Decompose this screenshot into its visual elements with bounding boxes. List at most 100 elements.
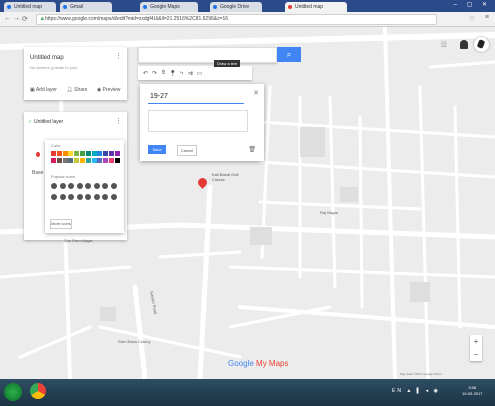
save-button[interactable]: Save	[148, 145, 166, 154]
map-title[interactable]: Untitled map	[30, 55, 64, 61]
layer-title[interactable]: Untitled layer	[34, 119, 63, 125]
feature-dialog: 19-27 ✕ Save Cancel 🗑︎	[140, 84, 264, 161]
system-tray[interactable]: EN ▲ ▌ ◂ ◉	[392, 388, 440, 394]
color-swatch[interactable]	[114, 151, 120, 156]
chrome-taskbar-icon[interactable]	[30, 383, 46, 399]
route-icon[interactable]: ⇉	[186, 70, 195, 77]
avatar[interactable]	[474, 37, 489, 52]
add-layer-button[interactable]: ▣ Add layer	[30, 87, 61, 93]
marker-style-icon[interactable]	[102, 194, 108, 200]
color-swatch[interactable]	[56, 158, 62, 163]
browser-tab[interactable]: Google Maps	[140, 2, 198, 12]
color-swatch[interactable]	[109, 158, 114, 163]
address-bar-row: ← → ⟳ 🔒︎ https://www.google.com/maps/d/e…	[0, 12, 495, 27]
line-icon[interactable]: ⤷	[177, 70, 186, 77]
marker-style-icon[interactable]	[76, 194, 83, 200]
marker-style-icon[interactable]	[93, 183, 100, 189]
feature-title-input[interactable]: 19-27	[148, 91, 244, 104]
map-subtitle: No viewers (private to you)	[30, 65, 78, 70]
marker-style-icon[interactable]	[68, 194, 74, 200]
color-swatch[interactable]	[74, 151, 80, 156]
zoom-control: + −	[470, 335, 482, 361]
layer-marker-icon[interactable]	[36, 152, 40, 157]
feature-description-input[interactable]	[148, 110, 248, 132]
browser-tab-active[interactable]: Untitled map	[285, 2, 347, 12]
color-swatch[interactable]	[74, 158, 80, 163]
color-swatch[interactable]	[62, 158, 68, 163]
color-swatch[interactable]	[97, 158, 103, 163]
reload-icon[interactable]: ⟳	[22, 15, 28, 23]
marker-style-icon[interactable]	[59, 183, 66, 189]
marker-style-icon[interactable]	[110, 183, 117, 189]
color-swatch[interactable]	[68, 158, 74, 163]
map-copyright[interactable]: Map data ©2017 Google Terms	[400, 372, 442, 376]
back-icon[interactable]: ←	[4, 15, 11, 22]
close-icon[interactable]: ✕	[253, 89, 259, 97]
color-swatch[interactable]	[103, 158, 109, 163]
browser-menu-icon[interactable]: ≡	[485, 14, 489, 21]
redo-icon[interactable]: ↷	[150, 70, 159, 77]
bookmark-star-icon[interactable]: ☆	[469, 14, 475, 22]
delete-icon[interactable]: 🗑︎	[248, 146, 256, 153]
tab-favicon-icon	[143, 5, 147, 9]
toolbar-tooltip: Draw a line	[214, 60, 241, 67]
marker-style-icon[interactable]	[51, 194, 57, 200]
marker-style-icon[interactable]	[68, 183, 74, 189]
color-swatch[interactable]	[91, 151, 97, 156]
start-button[interactable]	[4, 383, 22, 401]
marker-icon[interactable]: 📍︎	[168, 70, 177, 77]
layer-checkbox[interactable]: ✓	[28, 119, 32, 125]
color-swatch[interactable]	[51, 151, 56, 156]
color-swatch[interactable]	[80, 151, 85, 156]
search-icon: ⌕	[286, 50, 292, 59]
zoom-in-button[interactable]: +	[470, 335, 482, 348]
zoom-out-button[interactable]: −	[470, 348, 482, 361]
share-button[interactable]: 👤︎ Share	[66, 87, 91, 93]
google-logo: Google My Maps	[228, 359, 289, 368]
url-field[interactable]: 🔒︎ https://www.google.com/maps/d/edit?mi…	[36, 14, 437, 25]
color-swatch[interactable]	[62, 151, 68, 156]
taskbar-clock[interactable]: 3:58 19-03-2017	[462, 385, 482, 397]
browser-tab-bar: Untitled map Gmail Google Maps Google Dr…	[0, 0, 495, 12]
browser-tab[interactable]: Gmail	[60, 2, 112, 12]
color-swatch[interactable]	[80, 158, 85, 163]
apps-icon[interactable]: ⁞⁞⁞	[441, 42, 447, 49]
marker-style-icon[interactable]	[110, 194, 117, 200]
preview-button[interactable]: ◉ Preview	[97, 87, 125, 93]
cancel-button[interactable]: Cancel	[177, 145, 197, 156]
marker-style-icon[interactable]	[93, 194, 100, 200]
kebab-menu-icon[interactable]: ⋮	[115, 117, 122, 125]
marker-style-icon[interactable]	[76, 183, 83, 189]
marker-style-icon[interactable]	[85, 194, 91, 200]
color-swatch[interactable]	[56, 151, 62, 156]
color-swatch[interactable]	[85, 151, 91, 156]
browser-tab[interactable]: Untitled map	[4, 2, 56, 12]
map-place-label: Ram Baba Colony	[118, 339, 151, 344]
marker-style-icon[interactable]	[85, 183, 91, 189]
color-swatch[interactable]	[103, 151, 109, 156]
forward-icon[interactable]: →	[13, 15, 20, 22]
color-swatch[interactable]	[97, 151, 103, 156]
undo-icon[interactable]: ↶	[141, 70, 150, 77]
ruler-icon[interactable]: ▭	[195, 70, 204, 77]
color-swatch[interactable]	[114, 158, 120, 163]
marker-style-icon[interactable]	[59, 194, 66, 200]
search-button[interactable]: ⌕	[277, 47, 301, 62]
map-info-panel: Untitled map No viewers (private to you)…	[24, 47, 127, 100]
color-swatch[interactable]	[109, 151, 114, 156]
window-controls[interactable]: – ▢ ✕	[454, 1, 491, 8]
tab-favicon-icon	[213, 5, 217, 9]
marker-style-icon[interactable]	[102, 183, 108, 189]
color-swatch[interactable]	[68, 151, 74, 156]
marker-style-icon[interactable]	[51, 183, 57, 189]
more-icons-button[interactable]: More icons	[50, 219, 72, 229]
hand-icon[interactable]: ✋︎	[159, 70, 168, 77]
notification-icon[interactable]	[460, 40, 468, 49]
color-swatch[interactable]	[51, 158, 56, 163]
search-input[interactable]	[138, 47, 277, 63]
color-swatch[interactable]	[91, 158, 97, 163]
kebab-menu-icon[interactable]: ⋮	[115, 52, 122, 60]
color-label: Color	[51, 143, 61, 148]
browser-tab[interactable]: Google Drive	[210, 2, 262, 12]
color-swatch[interactable]	[85, 158, 91, 163]
